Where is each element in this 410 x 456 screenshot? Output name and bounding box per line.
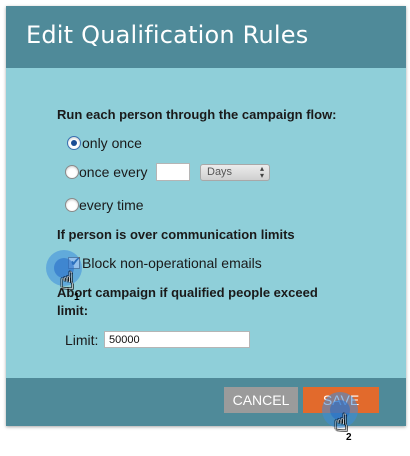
block-emails-label[interactable]: Block non-operational emails [82, 255, 262, 271]
limits-heading: If person is over communication limits [57, 227, 295, 242]
radio-only-once-label[interactable]: only once [82, 135, 142, 151]
radio-once-every-button[interactable] [65, 165, 79, 179]
radio-once-every-label[interactable]: once every [79, 164, 147, 180]
limit-label: Limit: [65, 332, 99, 348]
hint-step-number: 1 [74, 292, 80, 303]
select-arrows-icon: ▴ ▾ [259, 164, 264, 180]
radio-every-time-label[interactable]: every time [79, 197, 144, 213]
radio-only-once-button[interactable] [67, 136, 81, 150]
dialog-title: Edit Qualification Rules [26, 21, 309, 49]
interval-unit-select[interactable]: Days ▴ ▾ [200, 164, 270, 181]
dialog-header: Edit Qualification Rules [6, 6, 406, 68]
interval-input[interactable] [156, 163, 190, 181]
interval-unit-value: Days [207, 166, 233, 178]
pointer-hand-icon: ☝ [60, 268, 75, 295]
radio-selected-dot [71, 140, 77, 146]
flow-heading: Run each person through the campaign flo… [57, 107, 337, 122]
limit-input[interactable] [104, 331, 250, 348]
radio-every-time-button[interactable] [65, 198, 79, 212]
abort-heading: Abort campaign if qualified people excee… [57, 285, 318, 300]
hint-step-number: 2 [346, 432, 352, 443]
edit-qualification-rules-dialog: Edit Qualification Rules Run each person… [6, 6, 406, 426]
abort-heading-line2: limit: [57, 303, 89, 318]
cancel-button[interactable]: CANCEL [224, 387, 298, 413]
